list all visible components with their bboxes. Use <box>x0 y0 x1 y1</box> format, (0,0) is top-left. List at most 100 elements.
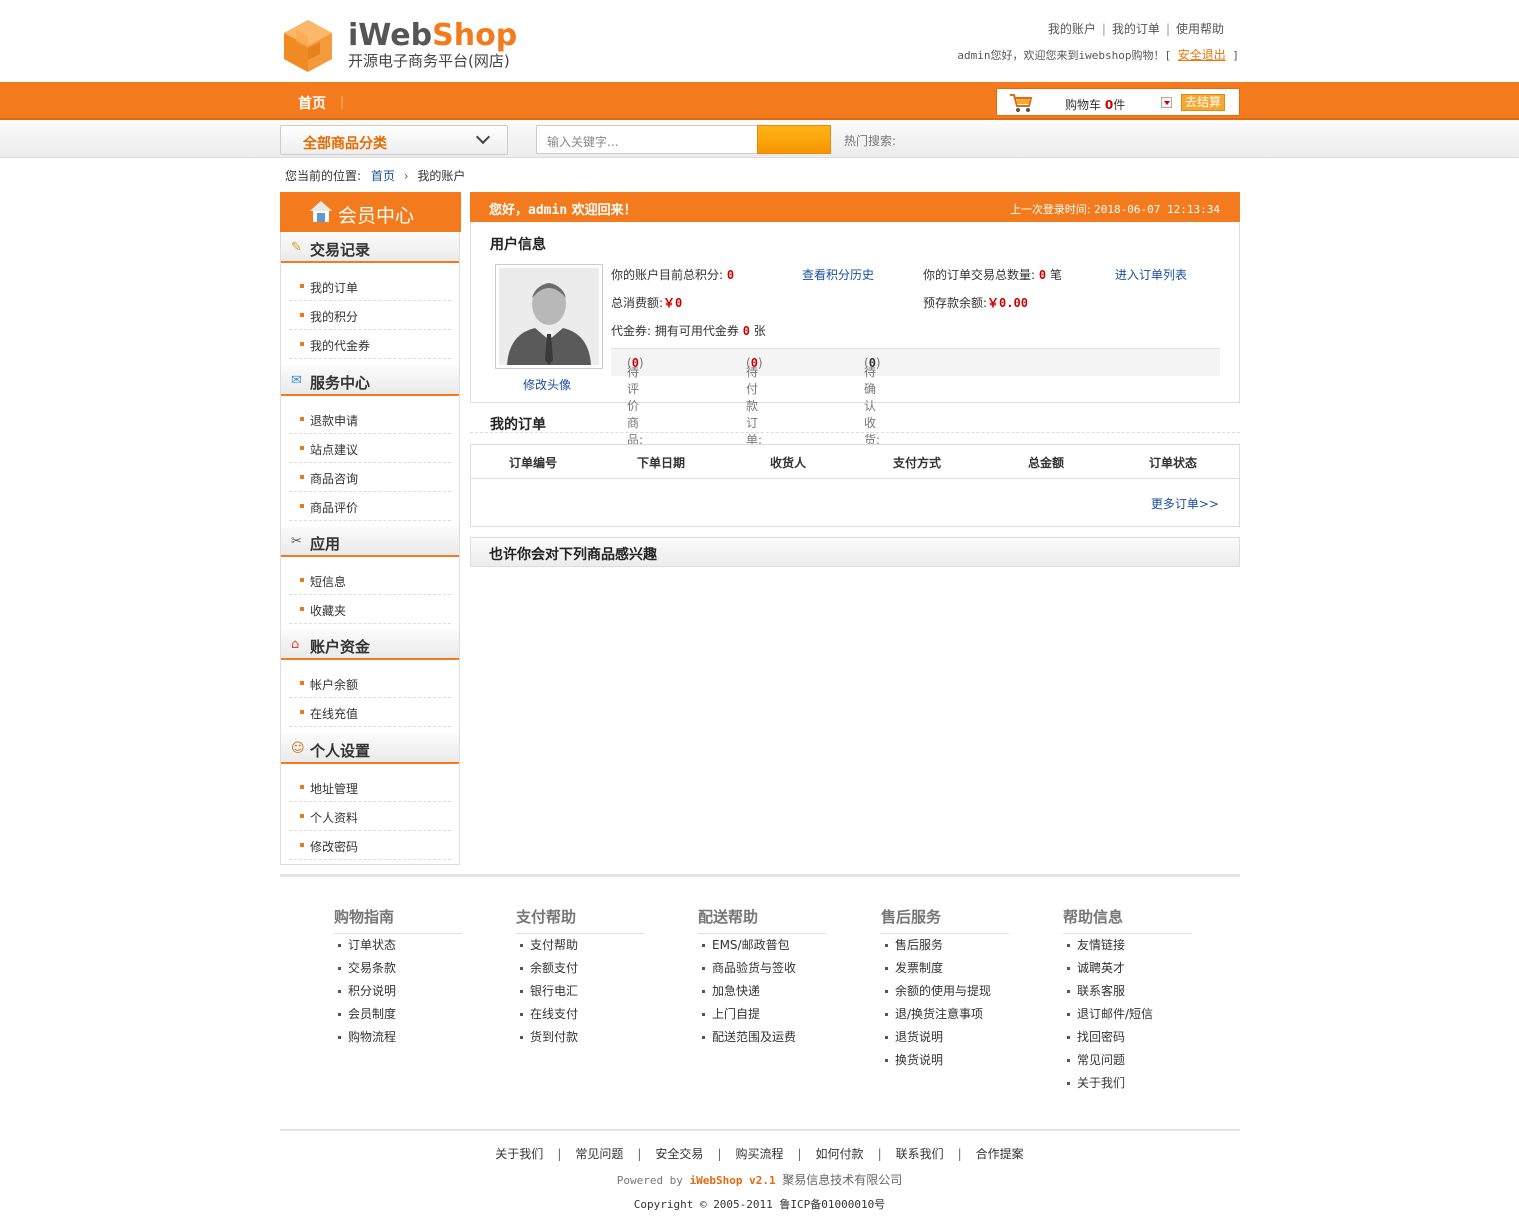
deposit-balance: 预存款余额:￥0.00 <box>923 296 1028 310</box>
footer-link[interactable]: 余额支付 <box>516 957 644 980</box>
footer-bottom-link[interactable]: 常见问题 <box>575 1147 623 1161</box>
logo-tagline: 开源电子商务平台(网店) <box>348 52 510 70</box>
member-center-header: 会员中心 <box>280 192 461 232</box>
footer-link[interactable]: 购物流程 <box>334 1026 462 1049</box>
footer-bottom-link[interactable]: 如何付款 <box>816 1147 864 1161</box>
footer-col-delivery-help: 配送帮助 EMS/邮政普包 商品验货与签收 加急快递 上门自提 配送范围及运费 <box>698 906 826 1049</box>
footer-link[interactable]: 积分说明 <box>334 980 462 1003</box>
col-status: 订单状态 <box>1149 456 1198 470</box>
sidebar-item-my-orders[interactable]: 我的订单 <box>289 272 451 301</box>
footer-link[interactable]: 支付帮助 <box>516 934 644 957</box>
main-nav: 首页 | 购物车 0件 去结算 <box>0 82 1519 120</box>
footer-link[interactable]: 在线支付 <box>516 1003 644 1026</box>
footer-link[interactable]: 诚聘英才 <box>1063 957 1191 980</box>
footer-link[interactable]: 退/换货注意事项 <box>881 1003 1009 1026</box>
footer-link[interactable]: 关于我们 <box>1063 1072 1191 1095</box>
home-icon <box>310 201 332 222</box>
footer-link[interactable]: 退订邮件/短信 <box>1063 1003 1191 1026</box>
total-spend: 总消费额:￥0 <box>611 296 683 310</box>
footer-col-payment-help: 支付帮助 支付帮助 余额支付 银行电汇 在线支付 货到付款 <box>516 906 644 1049</box>
logout-link[interactable]: 安全退出 <box>1178 48 1226 62</box>
footer-link[interactable]: 友情链接 <box>1063 934 1191 957</box>
points-history-link[interactable]: 查看积分历史 <box>802 266 874 283</box>
footer-link[interactable]: 发票制度 <box>881 957 1009 980</box>
sidebar-item-profile[interactable]: 个人资料 <box>289 802 451 831</box>
sidebar-item-messages[interactable]: 短信息 <box>289 566 451 595</box>
col-amount: 总金额 <box>1028 456 1065 470</box>
footer-link[interactable]: 配送范围及运费 <box>698 1026 826 1049</box>
footer-link[interactable]: 货到付款 <box>516 1026 644 1049</box>
member-sidebar: 会员中心 ✎ 交易记录 我的订单 我的积分 我的代金券 ✉ 服务中心 退款申请 … <box>280 192 461 865</box>
footer-link[interactable]: 常见问题 <box>1063 1049 1191 1072</box>
more-orders-link[interactable]: 更多订单>> <box>1151 495 1219 512</box>
sidebar-item-password[interactable]: 修改密码 <box>289 831 451 860</box>
cart-dropdown-icon[interactable] <box>1161 97 1172 108</box>
order-list-link[interactable]: 进入订单列表 <box>1115 266 1187 283</box>
sidebar-item-refund[interactable]: 退款申请 <box>289 405 451 434</box>
sidebar-item-my-vouchers[interactable]: 我的代金券 <box>289 330 451 359</box>
orders-table-header: 订单编号 下单日期 收货人 支付方式 总金额 订单状态 <box>471 445 1239 479</box>
footer-bottom-link[interactable]: 安全交易 <box>655 1147 703 1161</box>
orders-count-info: 你的订单交易总数量: 0 笔 <box>923 268 1062 282</box>
breadcrumb-home[interactable]: 首页 <box>371 169 395 183</box>
category-select[interactable]: 全部商品分类 <box>280 125 508 155</box>
sidebar-item-my-points[interactable]: 我的积分 <box>289 301 451 330</box>
logo-brand: iWebShop <box>348 18 518 53</box>
pending-payment[interactable]: 待付款订单: (0) <box>746 356 763 447</box>
chat-icon: ✉ <box>291 373 302 388</box>
pending-status-bar: 待评价商品: (0) 待付款订单: (0) 待确认收货: (0) <box>611 348 1220 447</box>
footer-bottom-link[interactable]: 关于我们 <box>495 1147 543 1161</box>
powered-brand-link[interactable]: iWebShop v2.1 <box>690 1174 776 1187</box>
breadcrumb: 您当前的位置: 首页 › 我的账户 <box>285 169 466 183</box>
sidebar-item-suggestion[interactable]: 站点建议 <box>289 434 451 463</box>
voucher-info: 代金券: 拥有可用代金券 0 张 <box>611 324 766 338</box>
footer-link[interactable]: 商品验货与签收 <box>698 957 826 980</box>
footer-link[interactable]: 会员制度 <box>334 1003 462 1026</box>
footer-bottom-links: 关于我们 | 常见问题 | 安全交易 | 购买流程 | 如何付款 | 联系我们 | 合作提案 <box>495 1147 1024 1161</box>
footer-col-shopping-guide: 购物指南 订单状态 交易条款 积分说明 会员制度 购物流程 <box>334 906 462 1049</box>
checkout-button[interactable]: 去结算 <box>1181 94 1225 111</box>
top-links: 我的账户 | 我的订单 | 使用帮助 <box>1047 22 1224 36</box>
footer-link[interactable]: 联系客服 <box>1063 980 1191 1003</box>
sidebar-item-review[interactable]: 商品评价 <box>289 492 451 521</box>
sidebar-item-balance[interactable]: 帐户余额 <box>289 669 451 698</box>
logo-cube-icon <box>284 20 332 72</box>
hot-search-label: 热门搜索: <box>844 134 897 148</box>
sidebar-item-recharge[interactable]: 在线充值 <box>289 698 451 727</box>
footer-link[interactable]: 换货说明 <box>881 1049 1009 1072</box>
copyright: Copyright © 2005-2011 鲁ICP备01000010号 <box>633 1198 886 1211</box>
search-input[interactable]: 输入关键字... <box>536 125 758 154</box>
cart-widget[interactable]: 购物车 0件 去结算 <box>996 88 1240 116</box>
pending-confirm[interactable]: 待确认收货: (0) <box>864 356 881 447</box>
nav-home[interactable]: 首页 <box>298 93 326 113</box>
sidebar-item-address[interactable]: 地址管理 <box>289 773 451 802</box>
col-order-date: 下单日期 <box>637 456 686 470</box>
footer-bottom-link[interactable]: 购买流程 <box>735 1147 783 1161</box>
help-link[interactable]: 使用帮助 <box>1176 22 1224 36</box>
sidebar-item-favorites[interactable]: 收藏夹 <box>289 595 451 624</box>
pending-review[interactable]: 待评价商品: (0) <box>627 356 644 447</box>
footer-link[interactable]: 银行电汇 <box>516 980 644 1003</box>
footer-link[interactable]: 加急快递 <box>698 980 826 1003</box>
footer-link[interactable]: 订单状态 <box>334 934 462 957</box>
welcome-bar: 您好，admin 欢迎回来！ 上一次登录时间: 2018-06-07 12:13… <box>470 192 1240 222</box>
footer-link[interactable]: 找回密码 <box>1063 1026 1191 1049</box>
edit-avatar-link[interactable]: 修改头像 <box>523 376 571 393</box>
footer-link[interactable]: 交易条款 <box>334 957 462 980</box>
avatar <box>495 264 603 369</box>
site-logo[interactable]: iWebShop 开源电子商务平台(网店) <box>280 18 540 74</box>
footer-bottom-link[interactable]: 联系我们 <box>896 1147 944 1161</box>
sidebar-item-consult[interactable]: 商品咨询 <box>289 463 451 492</box>
search-button[interactable] <box>757 125 831 154</box>
footer-link[interactable]: 售后服务 <box>881 934 1009 957</box>
chevron-down-icon <box>475 129 491 145</box>
footer-link[interactable]: EMS/邮政普包 <box>698 934 826 957</box>
receipt-icon: ✎ <box>291 240 302 255</box>
footer-link[interactable]: 上门自提 <box>698 1003 826 1026</box>
user-info-title: 用户信息 <box>490 237 546 253</box>
my-account-link[interactable]: 我的账户 <box>1048 22 1096 36</box>
footer-link[interactable]: 退货说明 <box>881 1026 1009 1049</box>
footer-bottom-link[interactable]: 合作提案 <box>976 1147 1024 1161</box>
footer-link[interactable]: 余额的使用与提现 <box>881 980 1009 1003</box>
my-orders-link[interactable]: 我的订单 <box>1112 22 1160 36</box>
